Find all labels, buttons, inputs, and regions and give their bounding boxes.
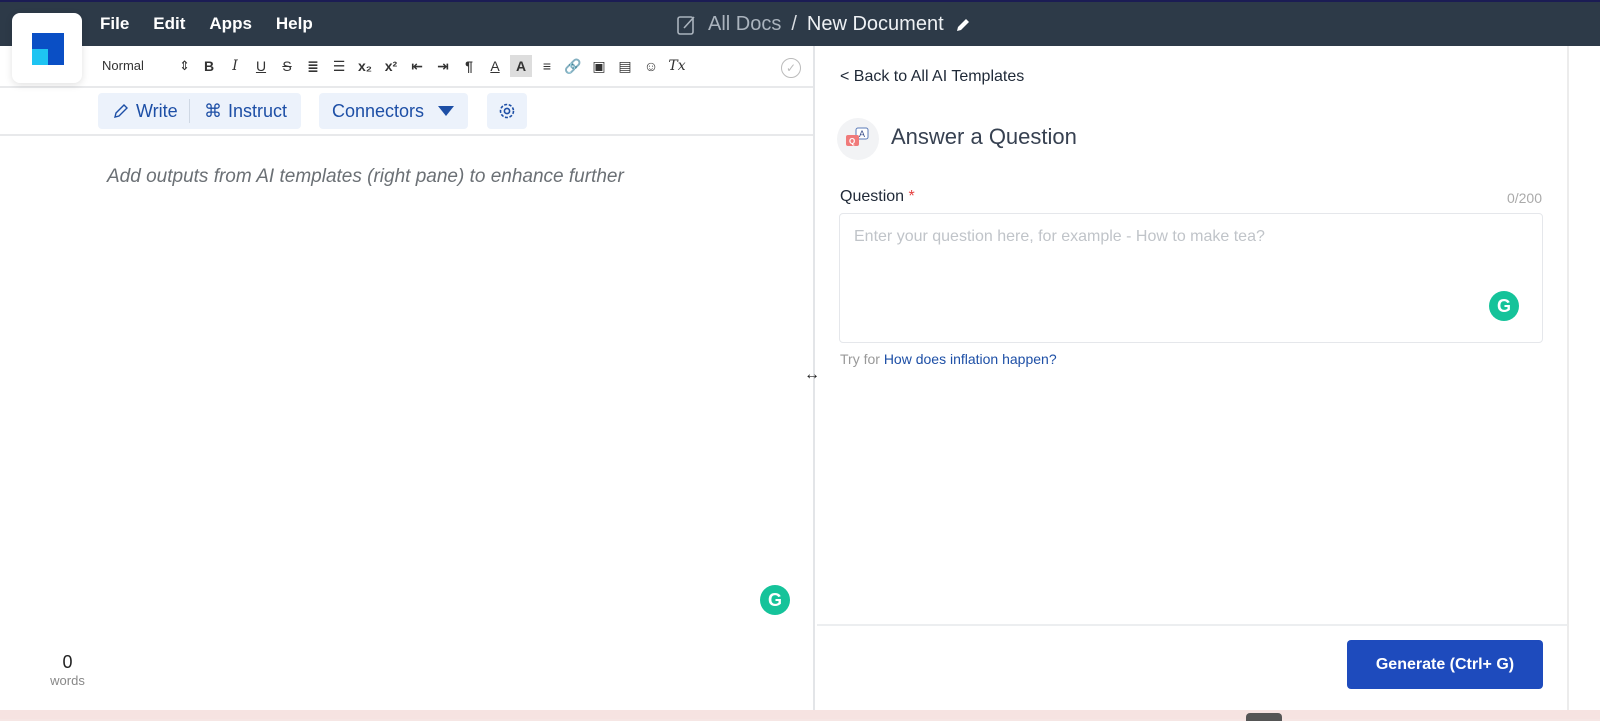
svg-text:Q: Q [849, 137, 855, 146]
highlight-button[interactable]: A [510, 55, 532, 77]
ordered-list-button[interactable]: ≣ [302, 55, 324, 77]
breadcrumb: All Docs / New Document [676, 13, 972, 36]
taskbar-tab[interactable] [1246, 713, 1282, 721]
text-direction-button[interactable]: ¶ [458, 55, 480, 77]
question-input[interactable]: Enter your question here, for example - … [839, 213, 1543, 343]
instruct-label: Instruct [228, 100, 288, 121]
char-counter: 0/200 [1506, 190, 1542, 206]
grammarly-icon[interactable]: G [760, 585, 790, 615]
caret-down-icon [438, 106, 455, 116]
svg-text:A: A [859, 129, 865, 139]
edit-doc-icon [677, 15, 695, 35]
word-count-label: words [50, 673, 85, 688]
underline-button[interactable]: U [250, 55, 272, 77]
editor-pane: Normal ⇕ B I U S ≣ ☰ x₂ x² ⇤ ⇥ ¶ A A ≡ 🔗 … [0, 46, 815, 710]
grammarly-icon[interactable]: G [1489, 291, 1519, 321]
bullet-list-button[interactable]: ☰ [328, 55, 350, 77]
italic-button[interactable]: I [224, 55, 246, 77]
image-button[interactable]: ▣ [588, 55, 610, 77]
clear-format-button[interactable]: Tx [666, 55, 688, 77]
bold-button[interactable]: B [198, 55, 220, 77]
right-scrollbar[interactable] [1567, 46, 1600, 710]
emoji-button[interactable]: ☺ [640, 55, 662, 77]
superscript-button[interactable]: x² [380, 55, 402, 77]
qa-template-icon: A Q [837, 118, 879, 160]
select-arrows-icon: ⇕ [179, 58, 190, 73]
write-label: Write [136, 100, 178, 121]
app-window: File Edit Apps Help All Docs / New Docum… [0, 0, 1600, 710]
saved-check-icon: ✓ [781, 58, 801, 78]
video-button[interactable]: ▤ [614, 55, 636, 77]
settings-button[interactable] [487, 93, 527, 129]
instruct-button[interactable]: ⌘ Instruct [190, 101, 287, 122]
generate-button[interactable]: Generate (Ctrl+ G) [1347, 640, 1543, 689]
subscript-button[interactable]: x₂ [354, 55, 376, 77]
text-color-button[interactable]: A [484, 55, 506, 77]
menu-help[interactable]: Help [276, 14, 313, 34]
connectors-dropdown[interactable]: Connectors [319, 93, 468, 129]
menu-edit[interactable]: Edit [153, 14, 185, 34]
try-example: Try for How does inflation happen? [840, 351, 1057, 367]
write-instruct-group: Write ⌘ Instruct [98, 93, 301, 129]
pencil-icon [114, 104, 128, 118]
example-question-link[interactable]: How does inflation happen? [884, 351, 1057, 367]
editor-placeholder[interactable]: Add outputs from AI templates (right pan… [107, 166, 624, 188]
logo-square [32, 49, 48, 65]
menu-file[interactable]: File [100, 14, 129, 34]
taskbar-strip [0, 710, 1600, 721]
app-logo[interactable] [12, 13, 82, 83]
question-label-text: Question [840, 188, 905, 205]
format-select[interactable]: Normal ⇕ [102, 58, 190, 74]
breadcrumb-separator: / [791, 13, 797, 35]
write-button[interactable]: Write [98, 99, 190, 123]
back-to-templates-link[interactable]: < Back to All AI Templates [840, 68, 1024, 86]
pane-footer: Generate (Ctrl+ G) [817, 624, 1567, 710]
word-count: 0 words [40, 652, 95, 688]
pencil-icon[interactable] [954, 16, 972, 34]
document-title[interactable]: New Document [807, 13, 944, 36]
link-button[interactable]: 🔗 [562, 55, 584, 77]
strike-button[interactable]: S [276, 55, 298, 77]
connectors-label: Connectors [332, 100, 425, 121]
template-title: Answer a Question [891, 124, 1077, 149]
format-select-value: Normal [102, 58, 144, 73]
question-label: Question * [840, 188, 915, 206]
try-prefix: Try for [840, 351, 880, 367]
menu-bar: File Edit Apps Help [100, 14, 313, 34]
outdent-button[interactable]: ⇤ [406, 55, 428, 77]
ai-action-bar: Write ⌘ Instruct Connectors [0, 88, 813, 136]
ai-template-pane: < Back to All AI Templates A Q Answer a … [817, 46, 1567, 710]
indent-button[interactable]: ⇥ [432, 55, 454, 77]
required-asterisk: * [908, 188, 915, 205]
qa-bubbles-icon: A Q [846, 127, 869, 146]
menu-apps[interactable]: Apps [209, 14, 252, 34]
breadcrumb-all-docs[interactable]: All Docs [708, 13, 781, 36]
format-toolbar: Normal ⇕ B I U S ≣ ☰ x₂ x² ⇤ ⇥ ¶ A A ≡ 🔗 … [0, 46, 813, 88]
word-count-value: 0 [62, 652, 73, 672]
top-bar: File Edit Apps Help All Docs / New Docum… [0, 0, 1600, 46]
command-icon: ⌘ [204, 100, 222, 121]
align-button[interactable]: ≡ [536, 55, 558, 77]
gear-icon [499, 103, 515, 119]
